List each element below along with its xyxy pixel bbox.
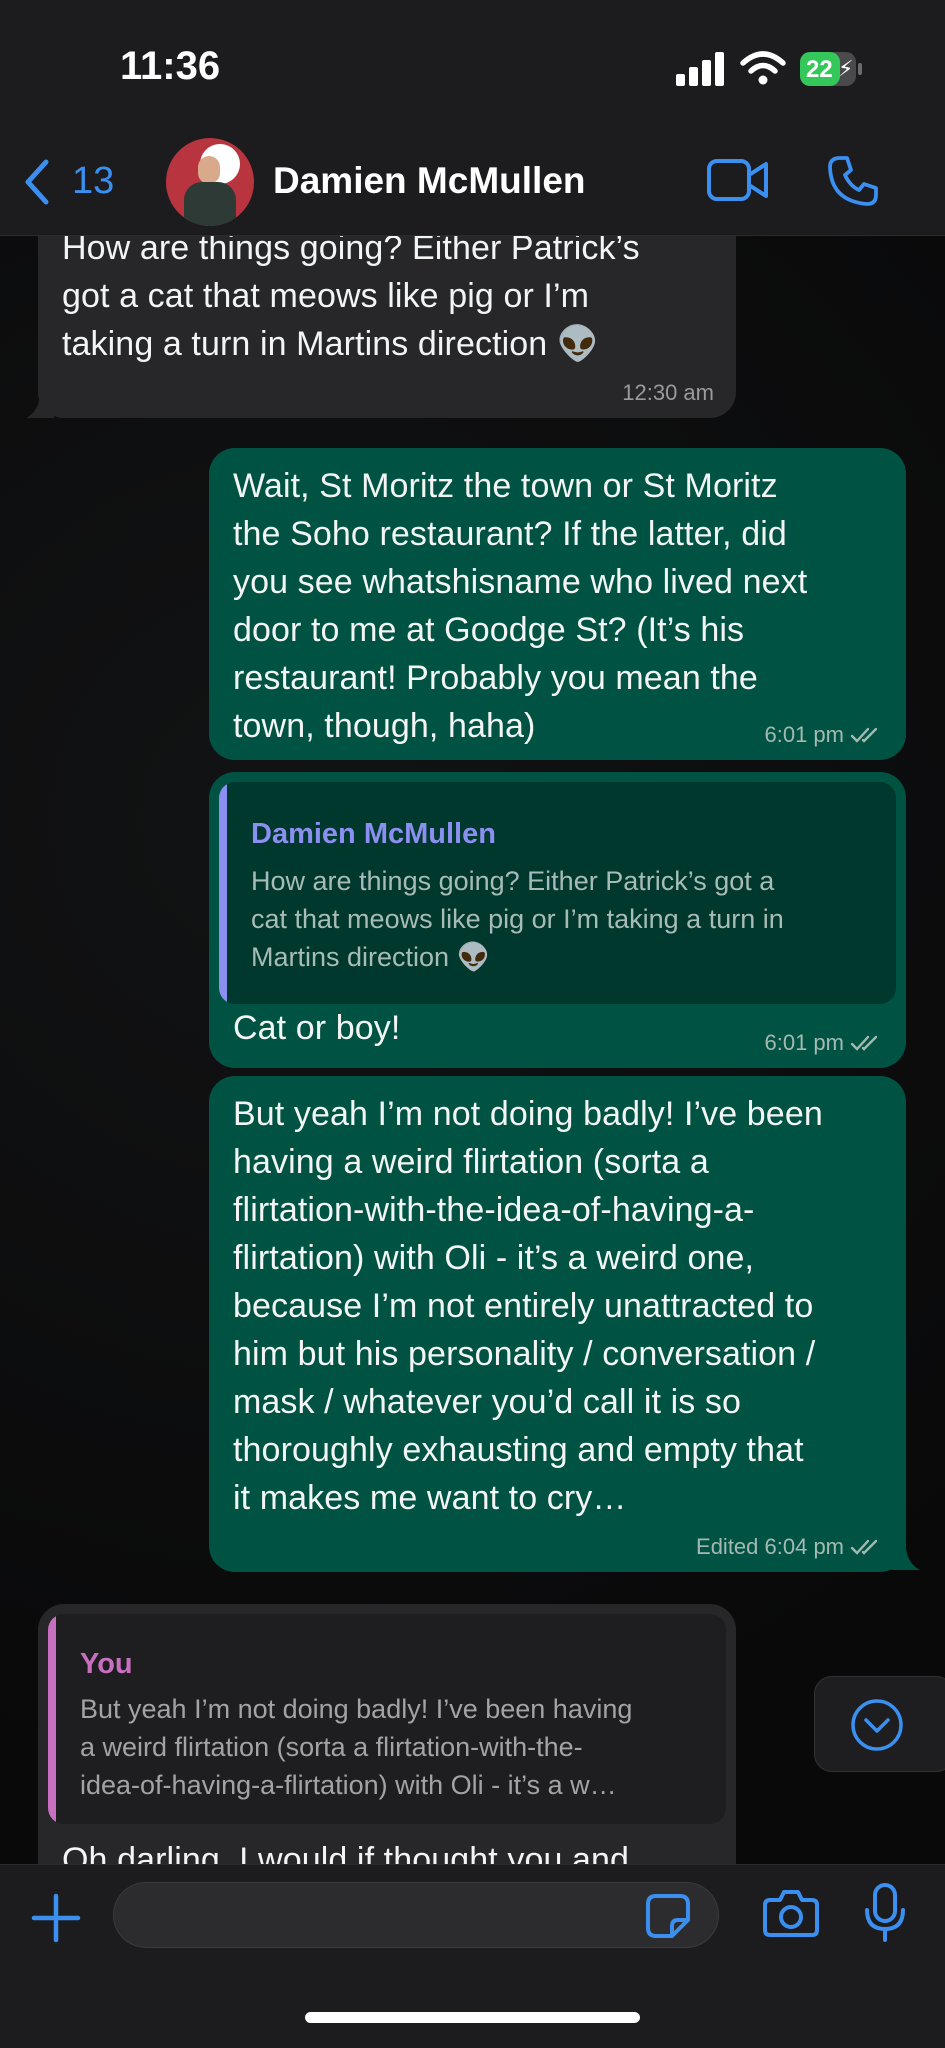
avatar[interactable]: [166, 138, 254, 226]
quote-line: cat that meows like pig or I’m taking a …: [251, 904, 784, 934]
message-meta: 12:30 am: [622, 380, 714, 406]
message-meta: 6:01 pm: [765, 722, 885, 748]
message-line: because I’m not entirely unattracted to: [233, 1287, 814, 1325]
status-time: 11:36: [120, 44, 221, 88]
message-line: having a weird flirtation (sorta a: [233, 1143, 709, 1181]
read-ticks-icon: [850, 1035, 878, 1051]
charging-icon: ⚡: [838, 56, 854, 81]
outgoing-reply-message[interactable]: Damien McMullen How are things going? Ei…: [209, 772, 906, 1068]
outgoing-message[interactable]: But yeah I’m not doing badly! I’ve been …: [209, 1076, 906, 1572]
message-line: restaurant! Probably you mean the: [233, 659, 758, 697]
message-meta: 6:01 pm: [765, 1030, 885, 1056]
bubble-tail-icon: [892, 1548, 920, 1570]
quoted-message[interactable]: Damien McMullen How are things going? Ei…: [219, 782, 896, 1004]
avatar-head: [198, 156, 220, 184]
battery-indicator: 22 ⚡: [800, 52, 856, 86]
message-line: door to me at Goodge St? (It’s his: [233, 611, 745, 649]
camera-icon[interactable]: [762, 1888, 820, 1938]
bubble-tail-icon: [26, 396, 54, 418]
message-line: thoroughly exhausting and empty that: [233, 1431, 804, 1469]
message-line: But yeah I’m not doing badly! I’ve been: [233, 1095, 823, 1133]
read-ticks-icon: [850, 1539, 878, 1555]
message-line: it makes me want to cry…: [233, 1479, 627, 1517]
message-meta: Edited 6:04 pm: [696, 1534, 884, 1560]
quote-author: Damien McMullen: [251, 818, 496, 850]
microphone-icon[interactable]: [862, 1882, 908, 1944]
quoted-message[interactable]: You But yeah I’m not doing badly! I’ve b…: [48, 1614, 726, 1824]
quote-bar: [48, 1614, 56, 1824]
scroll-to-bottom-button[interactable]: [814, 1676, 945, 1772]
message-line: him but his personality / conversation /: [233, 1335, 816, 1373]
message-time: 6:01 pm: [764, 722, 845, 747]
quote-bar: [219, 782, 227, 1004]
message-line: got a cat that meows like pig or I’m: [62, 277, 590, 315]
message-line: you see whatshisname who lived next: [233, 563, 808, 601]
message-time: Edited 6:04 pm: [696, 1534, 844, 1559]
message-line: taking a turn in Martins direction 👽: [62, 325, 600, 363]
message-line: Wait, St Moritz the town or St Moritz: [233, 467, 778, 505]
message-input[interactable]: [113, 1882, 719, 1948]
message-text: Cat or boy!: [233, 1009, 401, 1047]
back-unread-count[interactable]: 13: [72, 160, 114, 203]
message-time: 12:30 am: [622, 380, 714, 405]
status-bar: 11:36 22 ⚡: [0, 0, 945, 118]
plus-icon[interactable]: [30, 1892, 82, 1944]
signal-icon: [676, 52, 724, 86]
quote-line: a weird flirtation (sorta a flirtation-w…: [80, 1732, 583, 1762]
wifi-icon: [740, 51, 786, 85]
message-line: the Soho restaurant? If the latter, did: [233, 515, 787, 553]
chevron-down-circle-icon: [851, 1699, 903, 1751]
chevron-left-icon[interactable]: [20, 158, 54, 206]
outgoing-message[interactable]: Wait, St Moritz the town or St Moritz th…: [209, 448, 906, 760]
video-camera-icon[interactable]: [706, 158, 770, 202]
contact-name[interactable]: Damien McMullen: [273, 160, 586, 202]
sticker-icon[interactable]: [644, 1892, 692, 1940]
battery-cap: [858, 63, 862, 75]
quote-line: How are things going? Either Patrick’s g…: [251, 866, 775, 896]
message-line: town, though, haha): [233, 707, 536, 745]
quote-author: You: [80, 1648, 133, 1680]
message-line: mask / whatever you’d call it is so: [233, 1383, 742, 1421]
incoming-reply-message[interactable]: You But yeah I’m not doing badly! I’ve b…: [38, 1604, 736, 1904]
read-ticks-icon: [850, 727, 878, 743]
quote-line: idea-of-having-a-flirtation) with Oli - …: [80, 1770, 617, 1800]
message-line: flirtation-with-the-idea-of-having-a-: [233, 1191, 755, 1229]
message-line: flirtation) with Oli - it’s a weird one,: [233, 1239, 755, 1277]
home-indicator[interactable]: [305, 2012, 640, 2023]
quote-line: But yeah I’m not doing badly! I’ve been …: [80, 1694, 633, 1724]
quote-line: Martins direction 👽: [251, 942, 491, 972]
phone-icon[interactable]: [826, 154, 880, 208]
avatar-body: [184, 182, 236, 226]
message-time: 6:01 pm: [764, 1030, 845, 1055]
battery-level: 22: [806, 56, 833, 83]
